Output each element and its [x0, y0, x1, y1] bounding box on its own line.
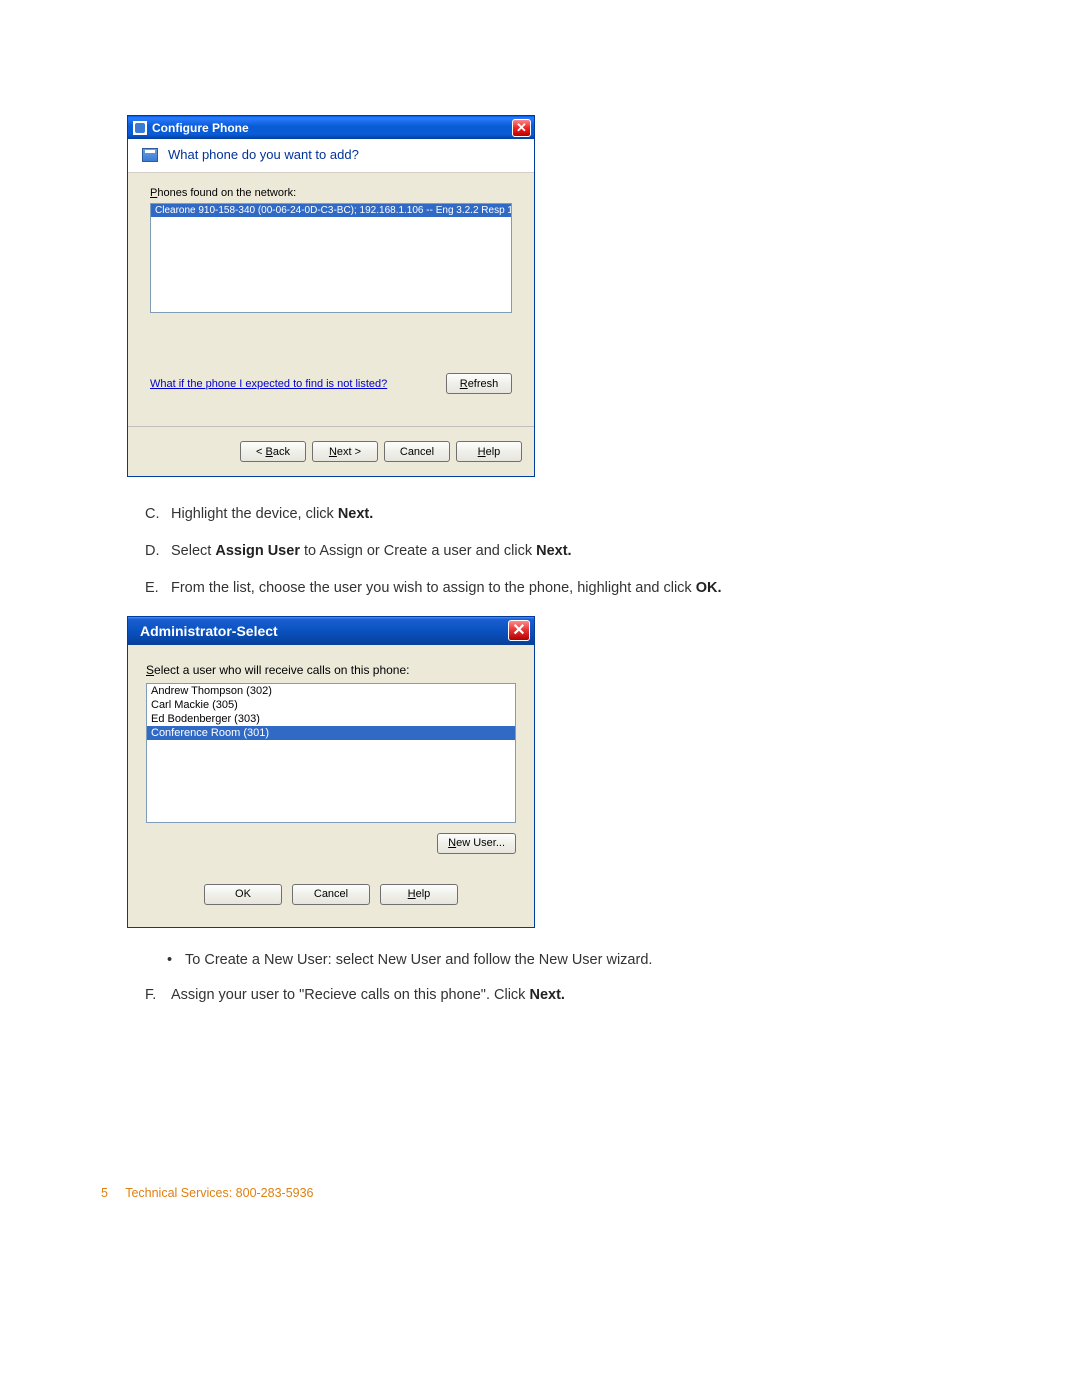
- phones-listbox[interactable]: Clearone 910-158-340 (00-06-24-0D-C3-BC)…: [150, 203, 512, 313]
- ok-button[interactable]: OK: [204, 884, 282, 905]
- select-user-label: Select a user who will receive calls on …: [146, 663, 516, 677]
- cancel-button[interactable]: Cancel: [292, 884, 370, 905]
- close-icon[interactable]: ✕: [512, 119, 531, 137]
- page-number: 5: [101, 1186, 108, 1200]
- dialog-body: Select a user who will receive calls on …: [128, 645, 534, 866]
- phone-list-item[interactable]: Clearone 910-158-340 (00-06-24-0D-C3-BC)…: [151, 204, 511, 217]
- administrator-select-dialog: Administrator - Select ✕ Select a user w…: [127, 616, 535, 928]
- footer-text: Technical Services: 800-283-5936: [125, 1186, 313, 1200]
- instruction-e: E. From the list, choose the user you wi…: [145, 579, 917, 598]
- phones-label: Phones found on the network:: [150, 187, 512, 199]
- help-button[interactable]: Help: [456, 441, 522, 462]
- close-icon[interactable]: ✕: [508, 620, 530, 641]
- next-button[interactable]: Next >: [312, 441, 378, 462]
- user-list-item[interactable]: Ed Bodenberger (303): [147, 712, 515, 726]
- instruction-list: C. Highlight the device, click Next. D. …: [145, 505, 917, 598]
- dialog-title: Configure Phone: [152, 121, 512, 135]
- phone-icon: [142, 148, 158, 162]
- cancel-button[interactable]: Cancel: [384, 441, 450, 462]
- wizard-header: What phone do you want to add?: [128, 139, 534, 173]
- user-list-item[interactable]: Andrew Thompson (302): [147, 684, 515, 698]
- instruction-c: C. Highlight the device, click Next.: [145, 505, 917, 524]
- user-list-item[interactable]: Conference Room (301): [147, 726, 515, 740]
- dialog-footer: OK Cancel Help: [128, 866, 534, 927]
- instruction-list-2: F. Assign your user to "Recieve calls on…: [145, 986, 917, 1005]
- wizard-footer: < Back Next > Cancel Help: [128, 426, 534, 476]
- titlebar: Configure Phone ✕: [128, 116, 534, 139]
- app-icon: [133, 121, 147, 135]
- back-button[interactable]: < Back: [240, 441, 306, 462]
- page-footer: 5 Technical Services: 800-283-5936: [101, 1186, 314, 1200]
- titlebar: Administrator - Select ✕: [128, 617, 534, 645]
- user-listbox[interactable]: Andrew Thompson (302)Carl Mackie (305)Ed…: [146, 683, 516, 823]
- not-listed-link[interactable]: What if the phone I expected to find is …: [150, 378, 387, 390]
- help-button[interactable]: Help: [380, 884, 458, 905]
- instruction-d: D. Select Assign User to Assign or Creat…: [145, 542, 917, 561]
- configure-phone-dialog: Configure Phone ✕ What phone do you want…: [127, 115, 535, 477]
- instruction-f: F. Assign your user to "Recieve calls on…: [145, 986, 917, 1005]
- dialog-title-main: Administrator: [140, 623, 232, 639]
- dialog-title-sub: Select: [236, 623, 277, 639]
- wizard-header-title: What phone do you want to add?: [168, 147, 359, 162]
- instruction-bullet: • To Create a New User: select New User …: [167, 952, 917, 968]
- refresh-button[interactable]: Refresh: [446, 373, 512, 394]
- wizard-body: Phones found on the network: Clearone 91…: [128, 173, 534, 412]
- user-list-item[interactable]: Carl Mackie (305): [147, 698, 515, 712]
- new-user-button[interactable]: New User...: [437, 833, 516, 854]
